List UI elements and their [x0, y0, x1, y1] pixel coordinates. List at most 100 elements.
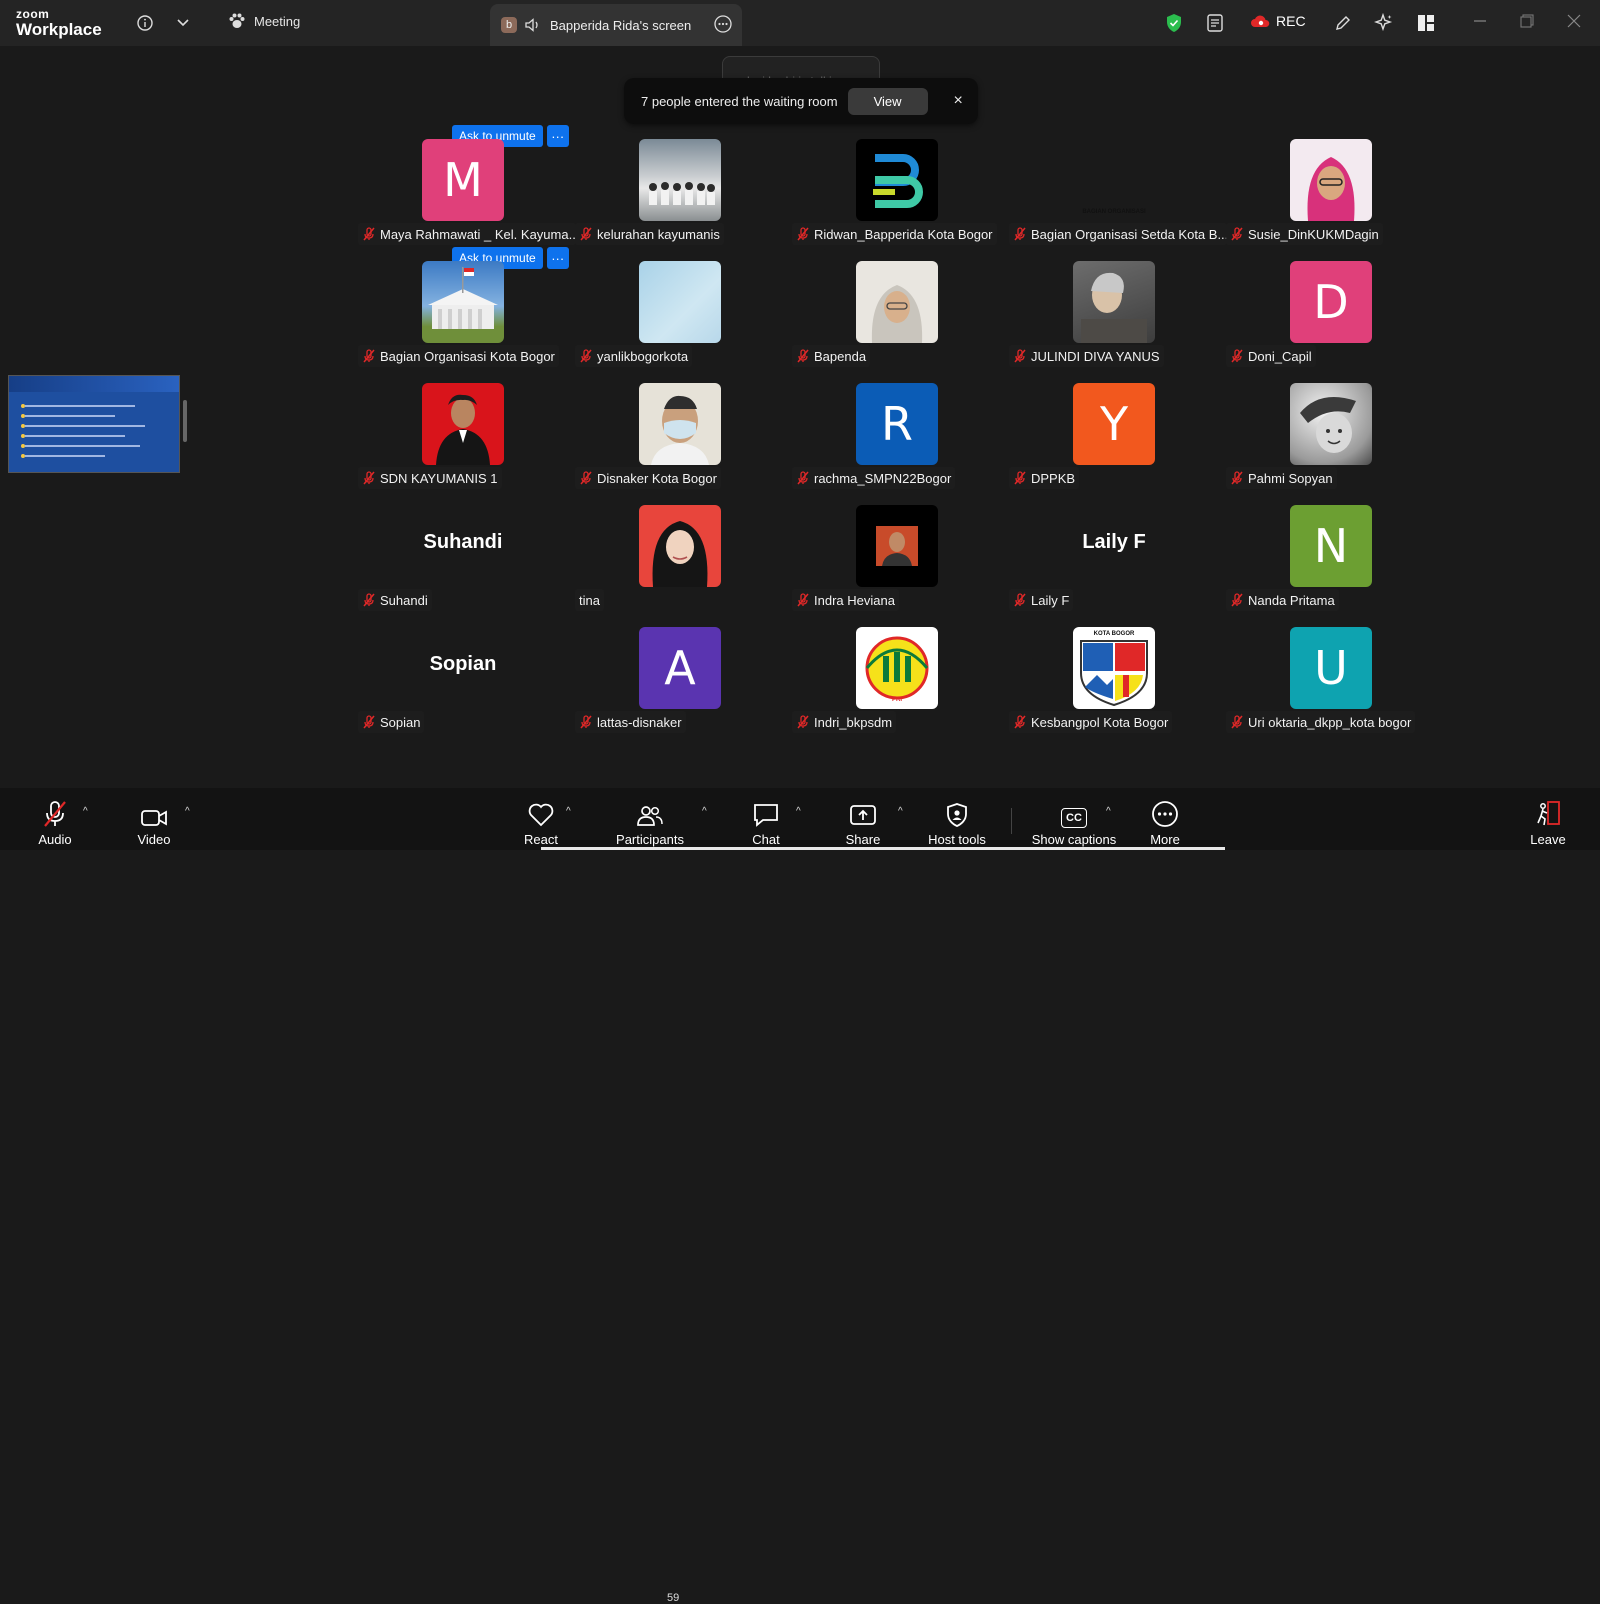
participant-name-label: kelurahan kayumanis: [575, 223, 724, 245]
participant-tile[interactable]: yanlikbogorkota: [575, 259, 791, 379]
host-tools-shield-icon: [947, 803, 967, 827]
more-label: More: [1150, 832, 1180, 847]
participants-label: Participants: [616, 832, 684, 847]
participant-name-label: Pahmi Sopyan: [1226, 467, 1337, 489]
participant-tile[interactable]: N Nanda Pritama: [1226, 503, 1442, 623]
captions-options-caret[interactable]: ^: [1106, 806, 1111, 817]
participant-avatar: A: [639, 627, 721, 709]
participant-name-label: Disnaker Kota Bogor: [575, 467, 721, 489]
screen-share-tab[interactable]: b Bapperida Rida's screen: [490, 4, 742, 46]
participant-tile[interactable]: kelurahan kayumanis: [575, 137, 791, 257]
minimize-icon[interactable]: [1473, 14, 1487, 33]
muted-mic-icon: [1013, 471, 1027, 485]
participants-button[interactable]: Participants: [613, 788, 687, 850]
muted-mic-icon: [579, 715, 593, 729]
view-waiting-room-button[interactable]: View: [847, 87, 928, 115]
muted-mic-icon: [362, 593, 376, 607]
participant-tile[interactable]: Sopian Sopian: [358, 625, 574, 745]
participants-options-caret[interactable]: ^: [702, 806, 707, 817]
video-button[interactable]: Video: [132, 788, 176, 850]
muted-mic-icon: [579, 471, 593, 485]
muted-mic-icon: [579, 349, 593, 363]
more-options-icon[interactable]: [714, 15, 732, 36]
muted-mic-icon: [1230, 471, 1244, 485]
participant-tile[interactable]: M Maya Rahmawati _ Kel. Kayuma...: [358, 137, 576, 257]
participant-name: Indra Heviana: [814, 592, 895, 608]
participant-photo: [856, 261, 938, 343]
participant-tile[interactable]: PRI Indri_bkpsdm: [792, 625, 1008, 745]
close-window-icon[interactable]: [1567, 14, 1581, 33]
avatar-letter: R: [881, 397, 913, 451]
participant-tile[interactable]: tina: [575, 503, 791, 623]
toolbar-divider: [1011, 808, 1012, 834]
video-options-caret[interactable]: ^: [185, 806, 190, 817]
info-icon[interactable]: [134, 12, 156, 34]
participant-tile[interactable]: KOTA BOGOR Kesbangpol Kota Bogor: [1009, 625, 1225, 745]
more-button[interactable]: More: [1148, 788, 1182, 850]
notes-icon[interactable]: [1205, 12, 1227, 34]
chevron-down-icon[interactable]: [172, 12, 194, 34]
participant-name: JULINDI DIVA YANUS: [1031, 348, 1160, 364]
participant-tile[interactable]: Laily F Laily F: [1009, 503, 1225, 623]
muted-mic-icon: [362, 227, 376, 241]
participant-photo: [639, 139, 721, 221]
sharer-avatar: b: [501, 17, 517, 33]
participant-tile[interactable]: Bapenda: [792, 259, 1008, 379]
participant-name: Suhandi: [380, 592, 428, 608]
participant-name-label: SDN KAYUMANIS 1: [358, 467, 502, 489]
shared-screen-thumbnail[interactable]: [8, 375, 180, 473]
chat-options-caret[interactable]: ^: [796, 806, 801, 817]
participant-name: Pahmi Sopyan: [1248, 470, 1333, 486]
participant-name: SDN KAYUMANIS 1: [380, 470, 498, 486]
participant-tile[interactable]: Bagian Organisasi Kota Bogor: [358, 259, 574, 379]
close-notification-icon[interactable]: ×: [954, 92, 963, 110]
audio-button[interactable]: Audio: [34, 788, 76, 850]
share-button[interactable]: Share: [842, 788, 884, 850]
participant-name: Disnaker Kota Bogor: [597, 470, 717, 486]
participant-name-label: Nanda Pritama: [1226, 589, 1339, 611]
ai-companion-icon[interactable]: [1373, 12, 1395, 34]
cloud-record-icon: [1251, 15, 1270, 27]
encryption-shield-icon[interactable]: [1163, 12, 1185, 34]
participant-tile[interactable]: Y DPPKB: [1009, 381, 1225, 501]
participant-name-label: Indra Heviana: [792, 589, 899, 611]
participant-avatar: D: [1290, 261, 1372, 343]
participant-tile[interactable]: Disnaker Kota Bogor: [575, 381, 791, 501]
participant-tile[interactable]: U Uri oktaria_dkpp_kota bogor: [1226, 625, 1442, 745]
participant-photo: BAGIAN ORGANISASI: [1073, 139, 1155, 221]
leave-button[interactable]: Leave: [1530, 788, 1566, 850]
audio-options-caret[interactable]: ^: [83, 806, 88, 817]
participant-name: kelurahan kayumanis: [597, 226, 720, 242]
participant-tile[interactable]: JULINDI DIVA YANUS: [1009, 259, 1225, 379]
participant-tile[interactable]: Suhandi Suhandi: [358, 503, 574, 623]
participant-tile[interactable]: BAGIAN ORGANISASI Bagian Organisasi Setda…: [1009, 137, 1227, 257]
participant-photo: KOTA BOGOR: [1073, 627, 1155, 709]
participant-tile[interactable]: Alattas-disnaker: [575, 625, 791, 745]
show-captions-button[interactable]: CC Show captions: [1031, 788, 1117, 850]
participant-tile[interactable]: D Doni_Capil: [1226, 259, 1442, 379]
react-button[interactable]: React: [520, 788, 562, 850]
muted-mic-icon: [796, 471, 810, 485]
participant-tile[interactable]: Ridwan_Bapperida Kota Bogor: [792, 137, 1008, 257]
participant-name-label: Indri_bkpsdm: [792, 711, 897, 733]
meeting-menu-button[interactable]: Meeting: [228, 13, 300, 29]
share-options-caret[interactable]: ^: [898, 806, 903, 817]
muted-mic-icon: [1013, 593, 1027, 607]
participant-tile[interactable]: Pahmi Sopyan: [1226, 381, 1442, 501]
thumbnail-resize-handle[interactable]: [183, 400, 187, 442]
participant-name: Indri_bkpsdm: [814, 714, 893, 730]
view-layout-icon[interactable]: [1415, 12, 1437, 34]
avatar-letter: N: [1313, 519, 1349, 573]
muted-mic-icon: [579, 227, 593, 241]
participant-tile[interactable]: SDN KAYUMANIS 1: [358, 381, 574, 501]
participant-photo: [639, 261, 721, 343]
react-options-caret[interactable]: ^: [566, 806, 571, 817]
cloud-record-button[interactable]: REC: [1250, 13, 1306, 29]
host-tools-button[interactable]: Host tools: [927, 788, 987, 850]
participant-tile[interactable]: Rrachma_SMPN22Bogor: [792, 381, 1008, 501]
maximize-icon[interactable]: [1520, 14, 1534, 33]
participant-tile[interactable]: Indra Heviana: [792, 503, 1008, 623]
participant-tile[interactable]: Susie_DinKUKMDagin: [1226, 137, 1442, 257]
annotate-pencil-icon[interactable]: [1332, 12, 1354, 34]
chat-button[interactable]: Chat: [746, 788, 786, 850]
